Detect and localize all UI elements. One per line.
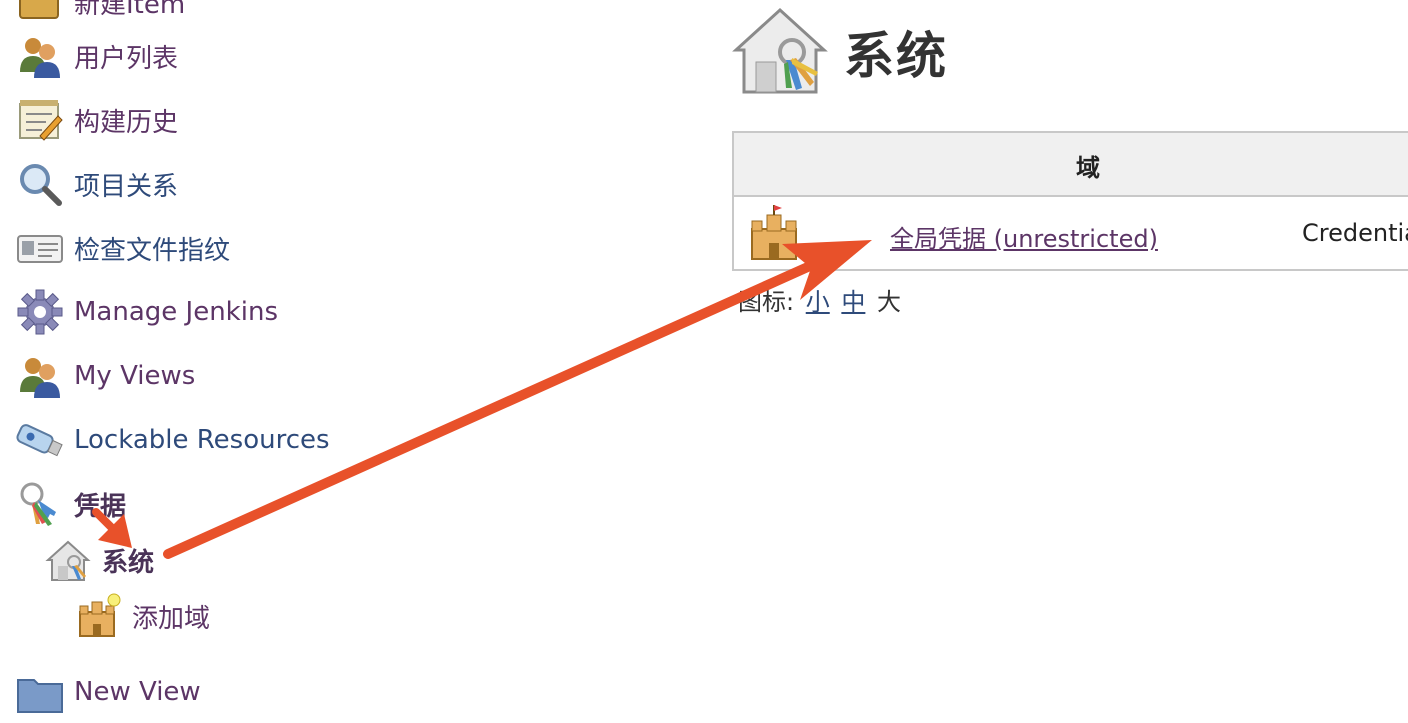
castle-icon (748, 205, 800, 265)
icon-size-large-current: 大 (877, 288, 902, 316)
column-header-domain: 域 (1076, 154, 1100, 182)
new-item-icon (16, 0, 64, 26)
folder-icon (16, 668, 64, 716)
sidebar-item-add-domain[interactable]: 添加域 (74, 592, 210, 640)
sidebar-item-system[interactable]: 系统 (44, 536, 154, 584)
table-row: 全局凭据 (unrestricted) Credentia (734, 197, 1408, 271)
sidebar-item-fingerprint[interactable]: 检查文件指纹 (16, 224, 230, 272)
notepad-icon (16, 96, 64, 144)
sidebar: 新建Item 用户列表 构建历史 项目关系 检查文件指纹 Manage Jenk… (0, 0, 700, 713)
sidebar-item-project-relationship[interactable]: 项目关系 (16, 160, 178, 208)
keys-icon (16, 480, 64, 528)
domains-table: 域 全局凭据 (unrestricted) Credentia (732, 131, 1408, 271)
usb-drive-icon (16, 416, 64, 464)
fingerprint-card-icon (16, 224, 64, 272)
page-header: 系统 (730, 2, 948, 102)
sidebar-item-new-item[interactable]: 新建Item (16, 0, 185, 26)
sidebar-item-manage-jenkins[interactable]: Manage Jenkins (16, 288, 278, 336)
icon-size-medium-link[interactable]: 中 (841, 288, 865, 316)
users-icon (16, 352, 64, 400)
main-panel: 系统 域 全局凭据 (unrestricted) Credentia 图标: 小… (730, 0, 1408, 700)
magnifier-icon (16, 160, 64, 208)
domain-provider: Credentia (1302, 219, 1408, 247)
page-title: 系统 (844, 27, 948, 85)
sidebar-item-build-history[interactable]: 构建历史 (16, 96, 178, 144)
castle-add-icon (74, 592, 122, 640)
gear-icon (16, 288, 64, 336)
icon-size-label: 图标: (738, 288, 795, 316)
house-keys-icon (44, 536, 92, 584)
users-icon (16, 32, 64, 80)
sidebar-item-my-views[interactable]: My Views (16, 352, 195, 400)
sidebar-item-lockable-resources[interactable]: Lockable Resources (16, 416, 330, 464)
icon-size-selector: 图标: 小 中 大 (738, 282, 901, 317)
domain-link-global[interactable]: 全局凭据 (unrestricted) (890, 219, 1158, 254)
house-keys-icon (730, 2, 830, 102)
sidebar-item-credentials[interactable]: 凭据 (16, 480, 126, 528)
table-header: 域 (734, 133, 1408, 197)
sidebar-item-new-view[interactable]: New View (16, 668, 201, 716)
sidebar-item-users[interactable]: 用户列表 (16, 32, 178, 80)
icon-size-small-link[interactable]: 小 (806, 288, 830, 316)
